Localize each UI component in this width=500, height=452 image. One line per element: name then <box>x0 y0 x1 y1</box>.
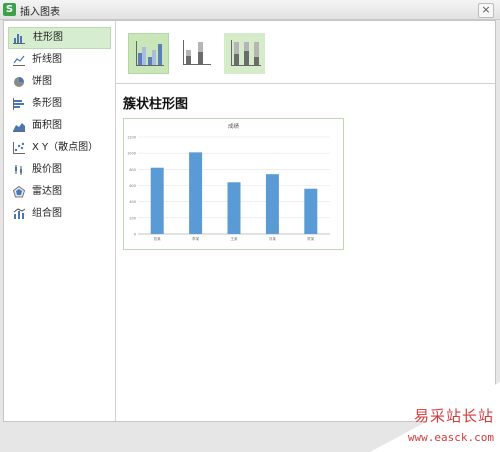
column-chart-icon <box>13 34 25 44</box>
watermark-text: 易采站长站 <box>413 407 494 425</box>
sidebar-item-label: 组合图 <box>32 208 62 219</box>
subtype-stacked-column[interactable] <box>176 33 217 74</box>
sidebar-item-stock[interactable]: 股价图 <box>8 159 111 181</box>
chart-options-panel: 簇状柱形图 成绩 0 200 400 600 800 1000 1200 张某 李某 王某 刘某 陈某 <box>116 21 495 421</box>
y-tick-label: 1200 <box>127 136 136 140</box>
combo-chart-icon <box>13 208 25 219</box>
stacked-column-icon <box>183 40 211 65</box>
chart-subtype-title: 簇状柱形图 <box>123 97 189 112</box>
sidebar-item-column[interactable]: 柱形图 <box>8 27 111 49</box>
wps-spreadsheet-icon: S <box>3 3 16 16</box>
sidebar-item-pie[interactable]: 饼图 <box>8 71 111 93</box>
sidebar-item-label: X Y（散点图） <box>32 142 99 153</box>
watermark-url: www.easck.com <box>407 431 494 444</box>
chart-preview[interactable]: 成绩 0 200 400 600 800 1000 1200 张某 李某 王某 刘某 陈某 <box>123 118 344 250</box>
sidebar-item-bar[interactable]: 条形图 <box>8 93 111 115</box>
sidebar-item-label: 折线图 <box>32 54 62 65</box>
chart-title: 成绩 <box>228 122 240 130</box>
sidebar-item-label: 雷达图 <box>32 186 62 197</box>
bar <box>189 152 203 234</box>
sidebar-item-line[interactable]: 折线图 <box>8 49 111 71</box>
y-tick-label: 1000 <box>127 152 136 156</box>
y-tick-label: 800 <box>129 168 136 172</box>
scatter-chart-icon <box>13 142 25 154</box>
subtype-percent-stacked-column[interactable] <box>224 33 265 74</box>
radar-chart-icon <box>13 186 25 198</box>
y-tick-label: 0 <box>134 233 136 237</box>
y-tick-label: 600 <box>129 184 136 188</box>
window-title: 插入图表 <box>20 7 60 18</box>
divider <box>116 83 495 84</box>
y-tick-label: 400 <box>129 200 136 204</box>
sidebar-item-label: 股价图 <box>32 164 62 175</box>
x-tick-label: 张某 <box>154 236 162 241</box>
sidebar-item-combo[interactable]: 组合图 <box>8 203 111 225</box>
sidebar-item-label: 饼图 <box>32 76 52 87</box>
sidebar-item-label: 条形图 <box>32 98 62 109</box>
y-tick-label: 200 <box>129 216 136 220</box>
pie-chart-icon <box>14 77 24 87</box>
bar <box>150 167 164 234</box>
line-chart-icon <box>13 55 25 66</box>
bar <box>265 174 279 234</box>
clustered-column-icon <box>136 41 164 66</box>
percent-stacked-column-icon <box>231 40 261 66</box>
sidebar-item-label: 柱形图 <box>33 32 63 43</box>
sidebar-item-area[interactable]: 面积图 <box>8 115 111 137</box>
chart-type-sidebar: 柱形图 折线图 饼图 条形图 面积图 X Y（散点图） 股价图 雷达图 组合图 <box>4 21 116 421</box>
subtype-clustered-column[interactable] <box>128 33 169 74</box>
title-bar: S 插入图表 × <box>0 0 500 20</box>
sidebar-item-radar[interactable]: 雷达图 <box>8 181 111 203</box>
bar <box>227 182 241 234</box>
stock-chart-icon <box>15 165 22 175</box>
bar <box>304 188 318 234</box>
x-tick-label: 陈某 <box>307 236 315 241</box>
bar-chart-icon <box>13 98 24 110</box>
close-button[interactable]: × <box>478 3 494 18</box>
area-chart-icon <box>13 123 25 132</box>
x-tick-label: 李某 <box>192 236 200 241</box>
sidebar-item-label: 面积图 <box>32 120 62 131</box>
dialog-body: 柱形图 折线图 饼图 条形图 面积图 X Y（散点图） 股价图 雷达图 组合图 … <box>3 20 496 422</box>
x-tick-label: 刘某 <box>269 236 277 241</box>
x-tick-label: 王某 <box>230 236 238 241</box>
sidebar-item-scatter[interactable]: X Y（散点图） <box>8 137 111 159</box>
preview-chart: 成绩 0 200 400 600 800 1000 1200 张某 李某 王某 刘某 陈某 <box>127 122 330 241</box>
